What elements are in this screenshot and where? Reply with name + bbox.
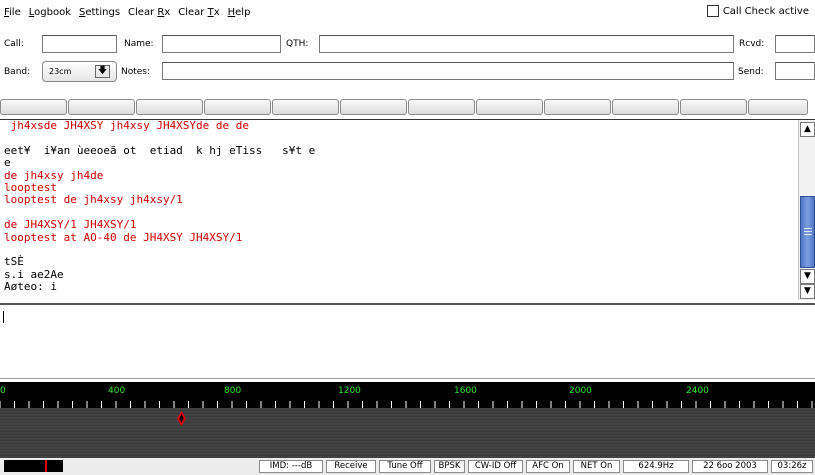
- macro-button-3[interactable]: [136, 99, 203, 115]
- rx-line: tSÈ: [4, 255, 24, 269]
- macro-button-4[interactable]: [204, 99, 271, 115]
- status-bar: IMD: ---dB Receive Tune Off BPSK CW-ID O…: [0, 458, 815, 475]
- status-date: 22 6oo 2003: [692, 460, 768, 473]
- status-tune[interactable]: Tune Off: [379, 460, 431, 473]
- call-field[interactable]: [42, 35, 117, 53]
- scale-label-2400: 2400: [686, 386, 709, 396]
- menu-clear-rx[interactable]: Clear Rx: [128, 7, 170, 18]
- macro-button-row: [0, 99, 815, 116]
- call-check-toggle[interactable]: Call Check active: [706, 5, 809, 17]
- status-afc[interactable]: AFC On: [526, 460, 570, 473]
- waterfall-display[interactable]: [0, 408, 815, 458]
- rx-line: jh4xsde JH4XSY jh4xsy JH4XSYde de de: [4, 119, 250, 132]
- rx-line: [4, 132, 794, 144]
- call-label: Call:: [4, 39, 24, 49]
- scroll-line-down-icon[interactable]: ▼: [800, 269, 815, 284]
- status-modem[interactable]: BPSK: [434, 460, 465, 473]
- rx-line: de JH4XSY/1 JH4XSY/1: [4, 218, 137, 232]
- menu-logbook[interactable]: Logbook: [29, 7, 71, 18]
- scale-label-400: 400: [108, 386, 126, 396]
- menu-help[interactable]: Help: [228, 7, 251, 18]
- notes-field[interactable]: [162, 62, 734, 80]
- send-field[interactable]: [775, 62, 815, 80]
- menu-bar: File Logbook Settings Clear Rx Clear Tx …: [0, 0, 815, 24]
- scale-label-0: 0: [0, 386, 6, 396]
- rx-line: s.i ae2Ae: [4, 267, 64, 281]
- qth-label: QTH:: [286, 39, 309, 49]
- scale-label-800: 800: [224, 386, 242, 396]
- receive-pane[interactable]: jh4xsde JH4XSY jh4xsy JH4XSYde de de eet…: [0, 119, 815, 300]
- menu-settings[interactable]: Settings: [79, 7, 120, 18]
- call-check-checkbox[interactable]: [706, 5, 719, 17]
- rx-line: looptest at AO-40 de JH4XSY JH4XSY/1: [4, 230, 243, 244]
- macro-button-7[interactable]: [408, 99, 475, 115]
- notes-label: Notes:: [121, 67, 151, 77]
- macro-button-12[interactable]: [748, 99, 808, 115]
- rx-line: eet¥ i¥an ùeeoeã ot etiad k hj eTiss s¥t…: [4, 143, 316, 157]
- scroll-up-icon[interactable]: ▲: [800, 122, 815, 137]
- qth-field[interactable]: [319, 35, 734, 53]
- rx-line: e: [4, 156, 11, 170]
- macro-button-10[interactable]: [612, 99, 679, 115]
- band-value: 23cm: [49, 67, 72, 76]
- rx-line: looptest de jh4xsy jh4xsy/1: [4, 193, 183, 207]
- status-receive[interactable]: Receive: [326, 460, 376, 473]
- rcvd-field[interactable]: [775, 35, 815, 53]
- rcvd-label: Rcvd:: [739, 39, 765, 49]
- send-label: Send:: [738, 67, 764, 77]
- status-imd: IMD: ---dB: [259, 460, 323, 473]
- call-check-label: Call Check active: [722, 5, 809, 17]
- macro-button-11[interactable]: [680, 99, 747, 115]
- signal-level-meter: [4, 460, 63, 472]
- menu-clear-tx[interactable]: Clear Tx: [178, 7, 219, 18]
- rx-line: [4, 244, 794, 256]
- macro-button-6[interactable]: [340, 99, 407, 115]
- band-label: Band:: [4, 67, 31, 77]
- macro-button-8[interactable]: [476, 99, 543, 115]
- scale-label-2000: 2000: [569, 386, 592, 396]
- transmit-pane[interactable]: [0, 303, 815, 379]
- text-cursor: [3, 311, 4, 323]
- macro-button-5[interactable]: [272, 99, 339, 115]
- band-select[interactable]: 23cm 🡇: [42, 61, 117, 82]
- menu-file[interactable]: File: [4, 7, 21, 18]
- macro-button-9[interactable]: [544, 99, 611, 115]
- name-label: Name:: [124, 39, 154, 49]
- scale-label-1600: 1600: [454, 386, 477, 396]
- status-cwid[interactable]: CW-ID Off: [468, 460, 523, 473]
- frequency-marker-icon[interactable]: [177, 411, 186, 426]
- macro-button-2[interactable]: [68, 99, 135, 115]
- frequency-scale[interactable]: 0 400 800 1200 1600 2000 2400: [0, 382, 815, 408]
- name-field[interactable]: [162, 35, 281, 53]
- receive-text: jh4xsde JH4XSY jh4xsy JH4XSYde de de eet…: [4, 120, 794, 294]
- scroll-thumb[interactable]: [800, 196, 815, 268]
- receive-scrollbar[interactable]: ▲ ▼ ▼: [798, 120, 815, 300]
- status-frequency: 624.9Hz: [623, 460, 689, 473]
- status-time: 03:26z: [771, 460, 813, 473]
- rx-line: Aøteo: i: [4, 280, 57, 294]
- scale-label-1200: 1200: [338, 386, 361, 396]
- status-net[interactable]: NET On: [573, 460, 620, 473]
- rx-line: de jh4xsy jh4de: [4, 168, 104, 182]
- macro-button-1[interactable]: [0, 99, 67, 115]
- scroll-down-icon[interactable]: ▼: [800, 284, 815, 299]
- dropdown-arrow-icon[interactable]: 🡇: [95, 65, 110, 78]
